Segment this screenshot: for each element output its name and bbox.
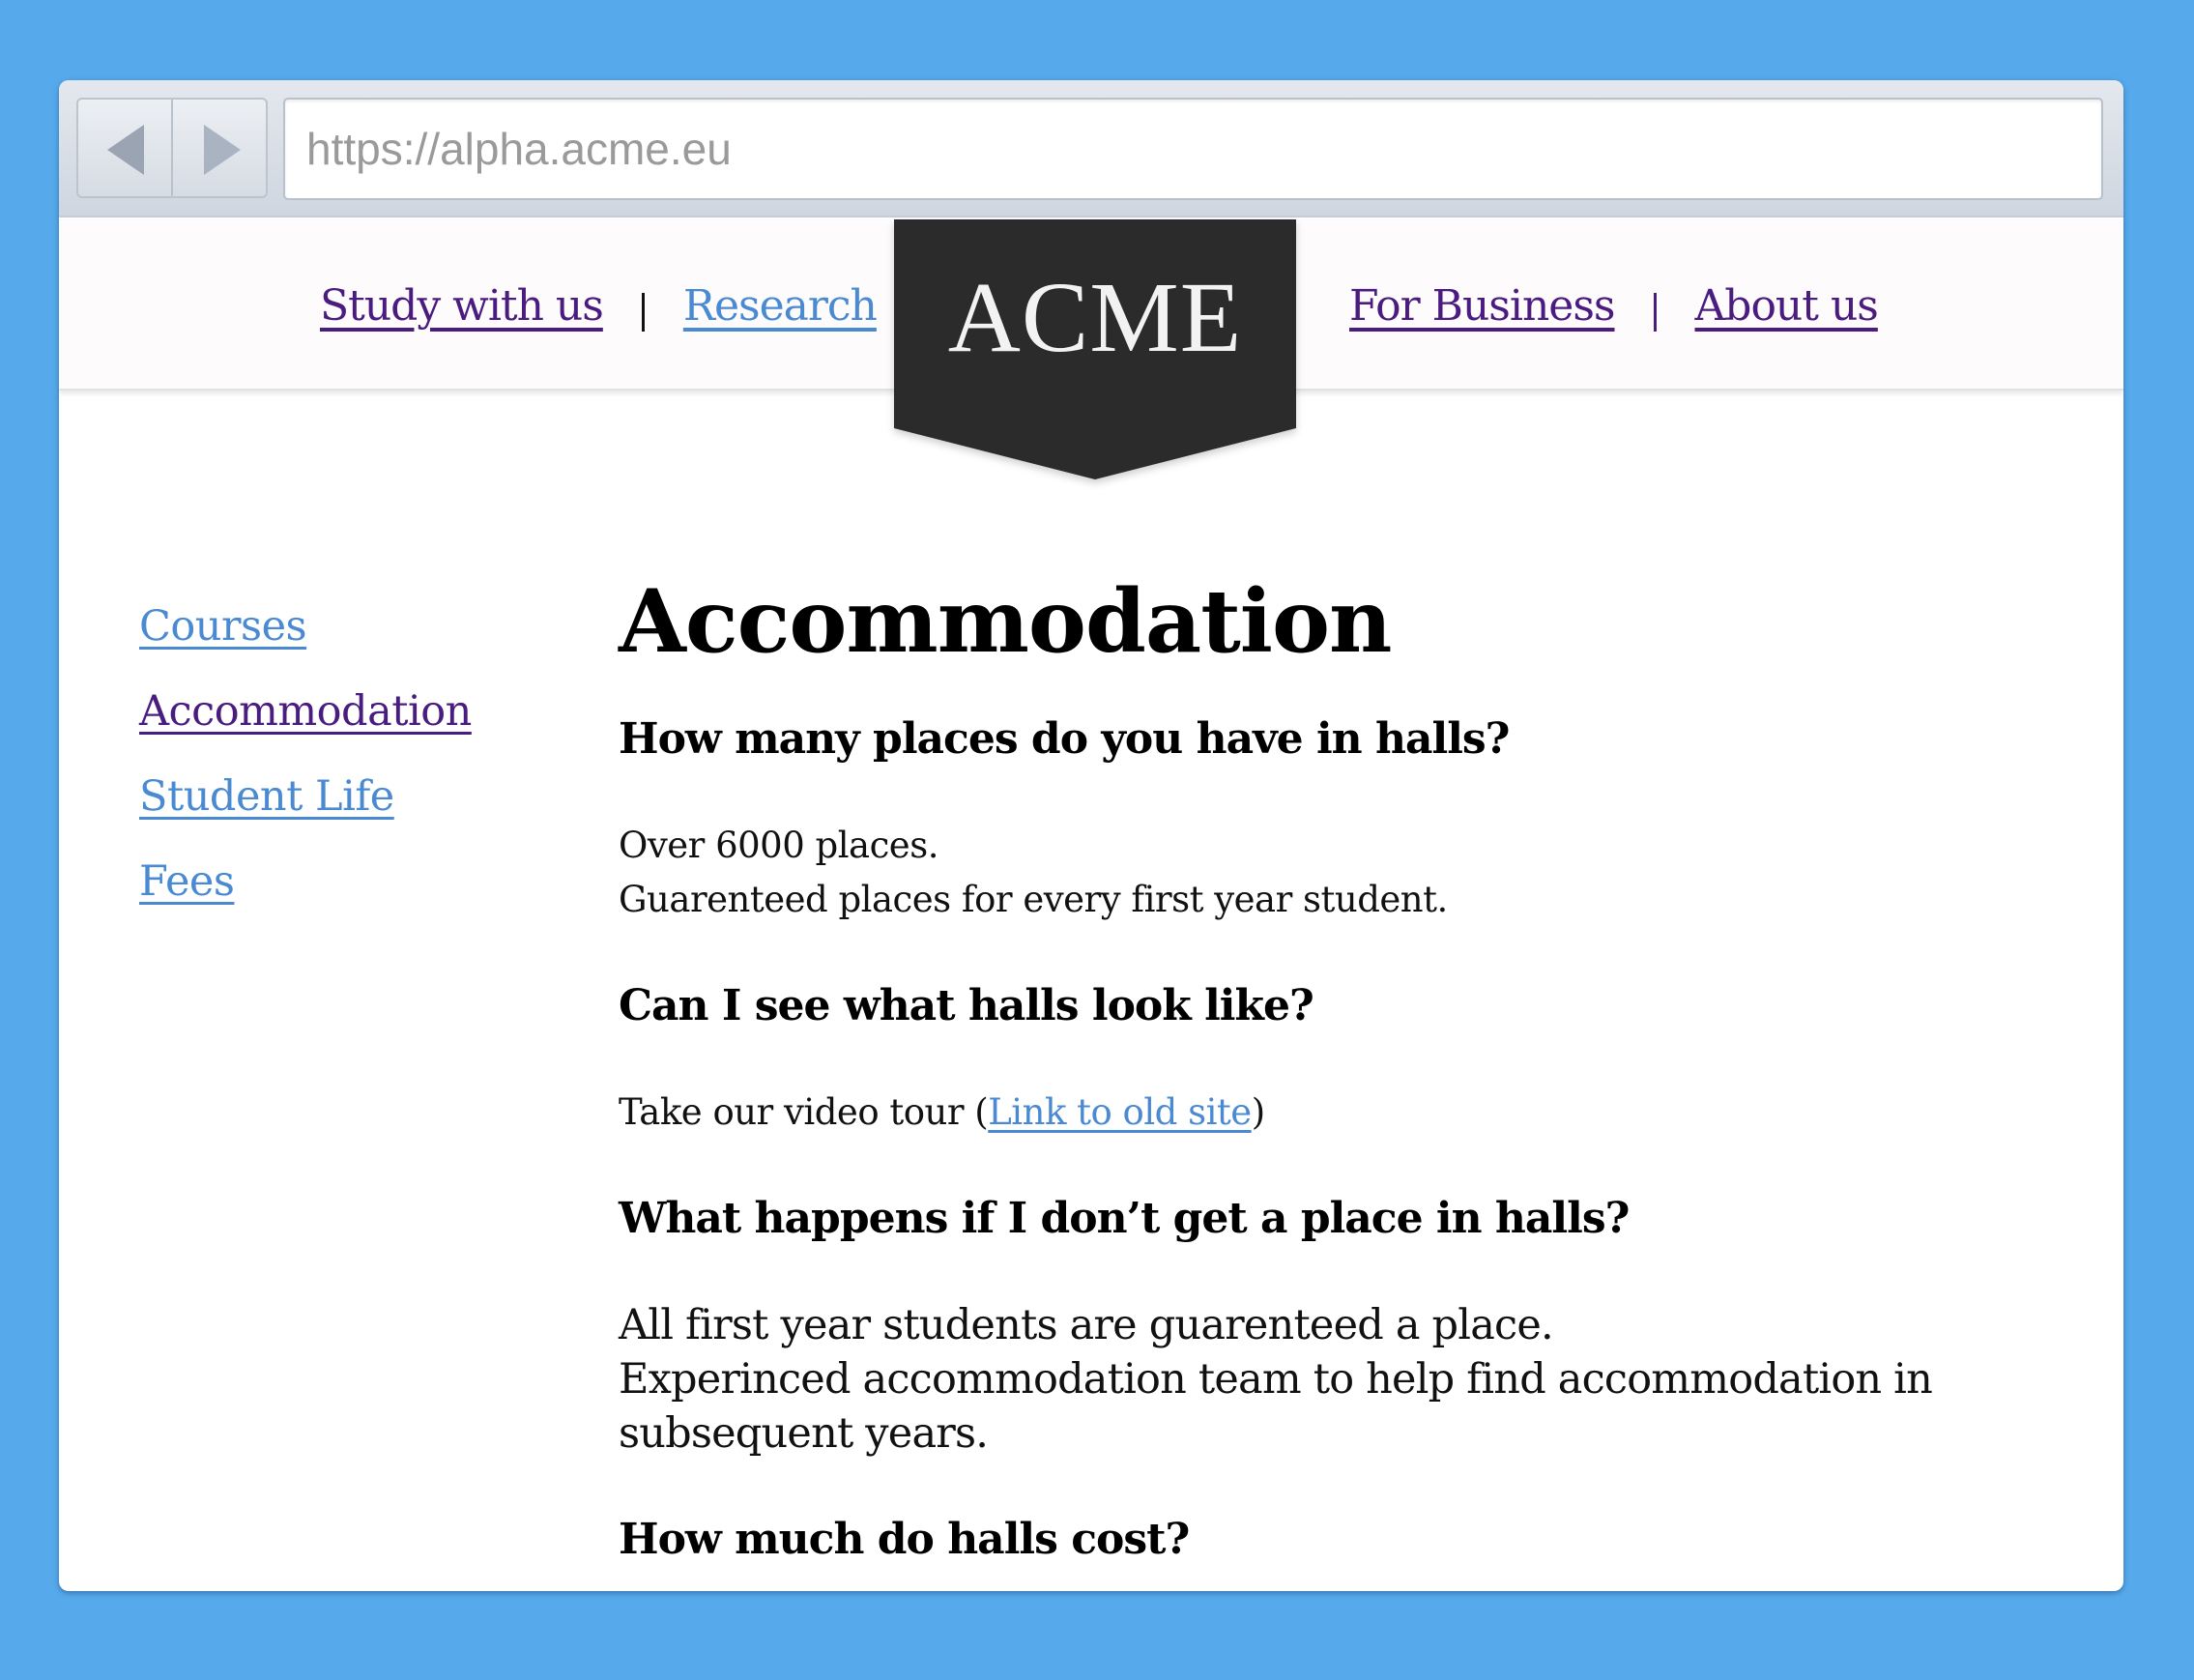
faq-question: Can I see what halls look like? — [619, 981, 1314, 1030]
sidebar-item-courses[interactable]: Courses — [139, 602, 472, 687]
back-button[interactable] — [78, 100, 171, 196]
top-nav-left: Study with us Research — [320, 219, 878, 391]
top-nav-right: For Business About us — [1349, 219, 1879, 391]
browser-window: https://alpha.acme.eu Study with us Rese… — [59, 80, 2123, 1591]
nav-separator — [1653, 293, 1657, 332]
logo-text: ACME — [947, 262, 1243, 373]
answer-line: Experinced accommodation team to help fi… — [619, 1355, 1933, 1458]
forward-button[interactable] — [171, 100, 266, 196]
nav-link-study-with-us[interactable]: Study with us — [320, 281, 604, 331]
sidebar-nav: Courses Accommodation Student Life Fees — [139, 602, 472, 942]
nav-link-research[interactable]: Research — [683, 281, 878, 331]
old-site-link[interactable]: Link to old site — [988, 1091, 1252, 1133]
site-logo[interactable]: ACME — [894, 219, 1296, 479]
faq-question: How much do halls cost? — [619, 1515, 1190, 1564]
answer-line: Guarenteed places for every first year s… — [619, 879, 1448, 920]
answer-text: ) — [1251, 1091, 1265, 1133]
forward-arrow-icon — [204, 125, 241, 175]
main-content: Accommodation How many places do you hav… — [619, 564, 2068, 1591]
browser-toolbar: https://alpha.acme.eu — [59, 80, 2123, 217]
faq-answer: Over 6000 places. Guarenteed places for … — [619, 819, 2068, 927]
sidebar-item-accommodation[interactable]: Accommodation — [139, 687, 472, 772]
history-buttons — [76, 98, 268, 198]
address-bar[interactable]: https://alpha.acme.eu — [283, 98, 2103, 200]
faq-question: How many places do you have in halls? — [619, 714, 1510, 764]
sidebar-item-fees[interactable]: Fees — [139, 857, 472, 942]
faq-answer: All first year students are guarenteed a… — [619, 1298, 2068, 1461]
faq-question: What happens if I don’t get a place in h… — [619, 1194, 1630, 1243]
answer-line: All first year students are guarenteed a… — [619, 1301, 1554, 1349]
page-title: Accommodation — [619, 570, 1392, 673]
answer-line: Over 6000 places. — [619, 825, 938, 866]
faq-answer: Take our video tour (Link to old site) — [619, 1086, 2068, 1140]
nav-link-for-business[interactable]: For Business — [1349, 281, 1615, 331]
sidebar-item-student-life[interactable]: Student Life — [139, 772, 472, 857]
nav-separator — [641, 293, 645, 332]
nav-link-about-us[interactable]: About us — [1695, 281, 1879, 331]
answer-text: Take our video tour ( — [619, 1091, 989, 1133]
back-arrow-icon — [107, 125, 144, 175]
